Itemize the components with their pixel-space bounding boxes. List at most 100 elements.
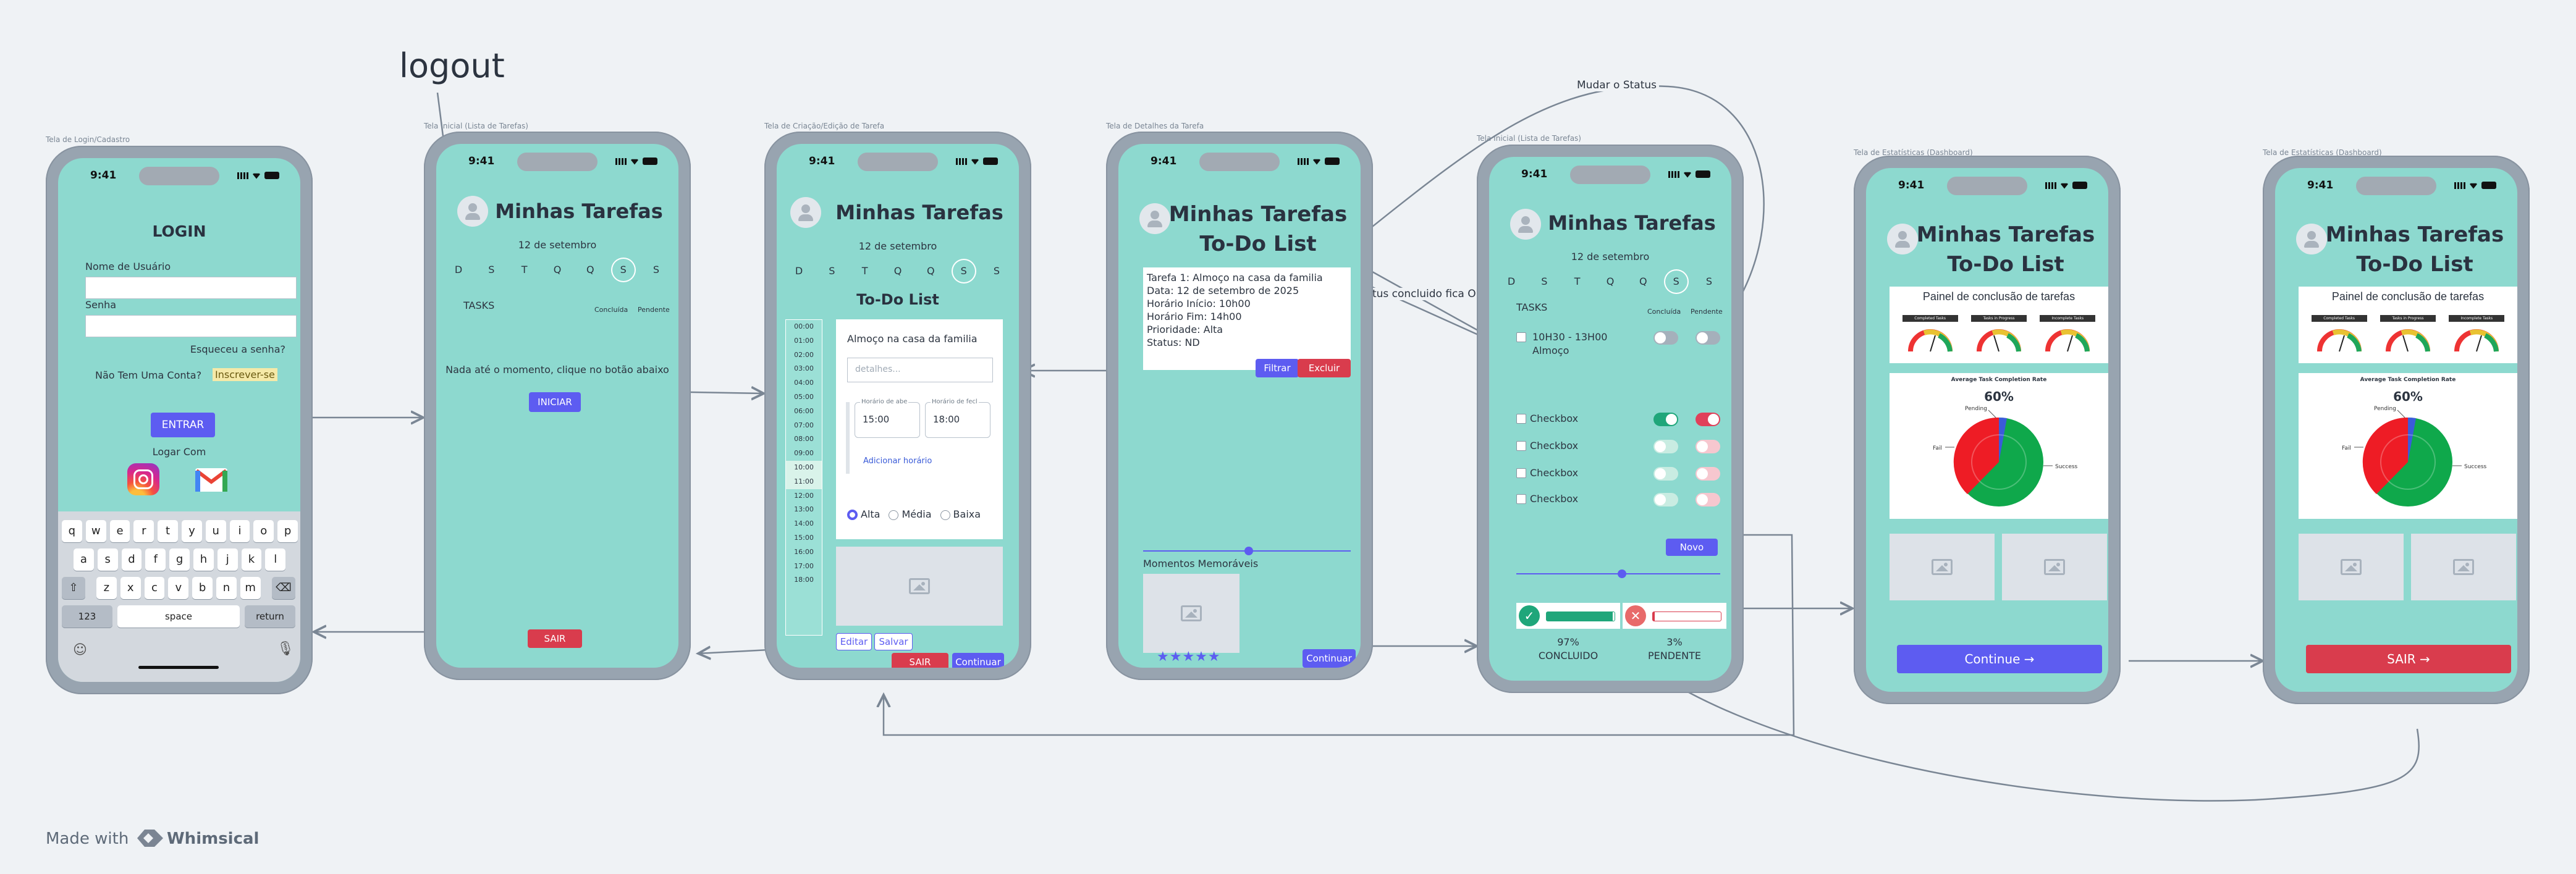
weekday-1[interactable]: S <box>819 259 844 284</box>
time-slot[interactable]: 11:00 <box>786 474 822 489</box>
save-button[interactable]: Salvar <box>874 633 913 650</box>
rating-stars[interactable]: ★★★★★ <box>1157 649 1221 665</box>
pending-toggle[interactable] <box>1696 440 1720 453</box>
key-x[interactable]: x <box>120 577 141 599</box>
password-field[interactable] <box>85 315 297 337</box>
pending-toggle[interactable] <box>1696 413 1720 426</box>
key-h[interactable]: h <box>193 548 214 571</box>
weekday-3[interactable]: Q <box>545 258 570 282</box>
avatar[interactable] <box>790 197 821 228</box>
key-b[interactable]: b <box>192 577 213 599</box>
delete-button[interactable]: Excluir <box>1298 359 1351 377</box>
key-r[interactable]: r <box>133 520 154 542</box>
instagram-icon[interactable] <box>127 463 159 495</box>
continue-button[interactable]: Continue → <box>1897 645 2102 673</box>
add-time-link[interactable]: Adicionar horário <box>863 456 932 466</box>
task-concluded-toggle[interactable] <box>1653 331 1678 345</box>
key-m[interactable]: m <box>240 577 261 599</box>
exit-button[interactable]: SAIR <box>892 653 948 668</box>
key-c[interactable]: c <box>144 577 165 599</box>
weekday-selector[interactable]: DSTQQSS <box>446 258 669 282</box>
task-checkbox[interactable] <box>1516 332 1526 342</box>
key-t[interactable]: t <box>158 520 178 542</box>
key-g[interactable]: g <box>169 548 190 571</box>
memories-slider[interactable] <box>1143 547 1351 555</box>
gmail-icon[interactable] <box>194 464 229 494</box>
key-i[interactable]: i <box>229 520 250 542</box>
priority-low[interactable]: Baixa <box>940 508 981 520</box>
time-slot[interactable]: 03:00 <box>786 362 822 376</box>
weekday-2[interactable]: T <box>1565 269 1590 294</box>
image-placeholder-left[interactable] <box>2299 534 2404 600</box>
weekday-3[interactable]: Q <box>885 259 910 284</box>
key-v[interactable]: v <box>168 577 189 599</box>
checkbox[interactable] <box>1516 414 1526 424</box>
checkbox[interactable] <box>1516 441 1526 451</box>
checkbox[interactable] <box>1516 494 1526 504</box>
concluded-toggle[interactable] <box>1653 413 1678 426</box>
concluded-toggle[interactable] <box>1653 440 1678 453</box>
image-placeholder[interactable] <box>836 547 1003 626</box>
end-time-field[interactable]: Horário de fecl 18:00 <box>925 398 990 438</box>
time-slot[interactable]: 10:00 <box>786 460 822 475</box>
details-field[interactable]: detalhes... <box>847 358 993 382</box>
time-slot[interactable]: 18:00 <box>786 573 822 587</box>
space-key[interactable]: space <box>117 605 240 628</box>
backspace-key[interactable]: ⌫ <box>272 577 295 599</box>
start-time-field[interactable]: Horário de abe 15:00 <box>855 398 920 438</box>
exit-button[interactable]: SAIR → <box>2306 645 2511 673</box>
concluded-toggle[interactable] <box>1653 467 1678 481</box>
start-button[interactable]: INICIAR <box>529 392 581 412</box>
numbers-key[interactable]: 123 <box>62 605 112 628</box>
time-slot[interactable]: 17:00 <box>786 560 822 574</box>
key-z[interactable]: z <box>96 577 117 599</box>
weekday-selector[interactable]: DSTQQSS <box>787 259 1009 284</box>
key-u[interactable]: u <box>205 520 226 542</box>
time-slot[interactable]: 00:00 <box>786 320 822 334</box>
time-slot[interactable]: 09:00 <box>786 447 822 461</box>
forgot-password-link[interactable]: Esqueceu a senha? <box>190 343 285 355</box>
slider-thumb[interactable] <box>1244 547 1253 555</box>
weekday-0[interactable]: D <box>787 259 811 284</box>
key-d[interactable]: d <box>121 548 142 571</box>
concluded-toggle[interactable] <box>1653 493 1678 506</box>
memory-image[interactable] <box>1143 574 1239 653</box>
progress-slider[interactable] <box>1516 569 1720 578</box>
time-slot[interactable]: 13:00 <box>786 503 822 517</box>
key-q[interactable]: q <box>62 520 82 542</box>
task-pending-toggle[interactable] <box>1696 331 1720 345</box>
weekday-4[interactable]: Q <box>1631 269 1655 294</box>
image-placeholder-left[interactable] <box>1890 534 1995 600</box>
time-slot[interactable]: 06:00 <box>786 405 822 419</box>
continue-button[interactable]: Continuar <box>1303 649 1356 668</box>
key-n[interactable]: n <box>216 577 237 599</box>
emoji-icon[interactable]: ☺ <box>73 642 87 658</box>
new-task-button[interactable]: Novo <box>1666 539 1718 556</box>
time-slot[interactable]: 02:00 <box>786 348 822 363</box>
key-p[interactable]: p <box>277 520 298 542</box>
exit-button[interactable]: SAIR <box>528 629 582 648</box>
time-slot[interactable]: 15:00 <box>786 531 822 545</box>
time-slot[interactable]: 04:00 <box>786 376 822 390</box>
key-f[interactable]: f <box>145 548 166 571</box>
weekday-2[interactable]: T <box>512 258 537 282</box>
image-placeholder-right[interactable] <box>2411 534 2516 600</box>
shift-key[interactable]: ⇧ <box>62 577 85 599</box>
weekday-5[interactable]: S <box>952 259 976 284</box>
weekday-5[interactable]: S <box>611 258 636 282</box>
slider-thumb[interactable] <box>1618 569 1626 578</box>
continue-button[interactable]: Continuar <box>952 653 1004 668</box>
key-s[interactable]: s <box>97 548 118 571</box>
pending-toggle[interactable] <box>1696 467 1720 481</box>
key-w[interactable]: w <box>85 520 106 542</box>
weekday-1[interactable]: S <box>1532 269 1556 294</box>
weekday-2[interactable]: T <box>853 259 877 284</box>
weekday-6[interactable]: S <box>1697 269 1721 294</box>
priority-medium[interactable]: Média <box>889 508 932 520</box>
weekday-4[interactable]: Q <box>918 259 943 284</box>
time-slot[interactable]: 05:00 <box>786 390 822 405</box>
filter-button[interactable]: Filtrar <box>1256 359 1299 377</box>
weekday-6[interactable]: S <box>644 258 669 282</box>
key-k[interactable]: k <box>241 548 262 571</box>
key-y[interactable]: y <box>182 520 202 542</box>
